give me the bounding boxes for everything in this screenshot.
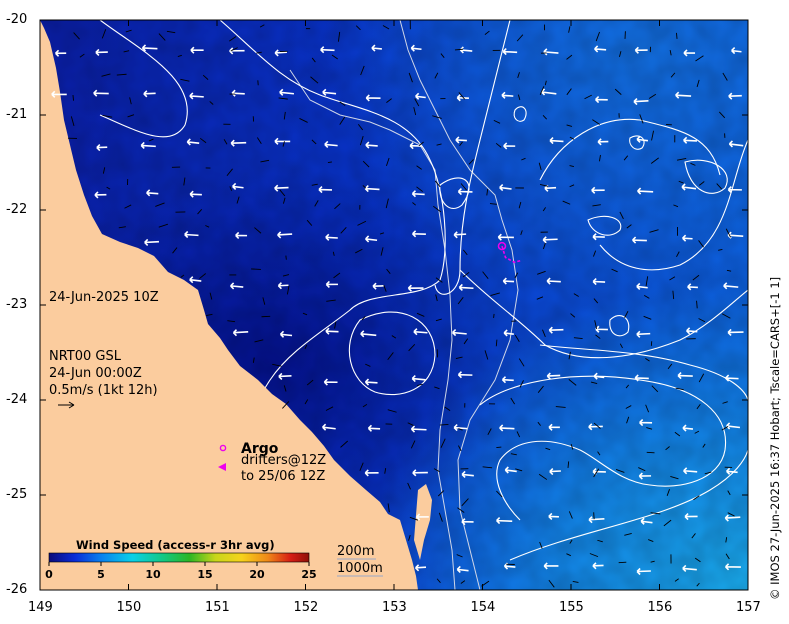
date-label: 24-Jun-2025 10Z	[49, 290, 159, 305]
colorbar-tick-label-5: 5	[97, 568, 105, 581]
current-vector	[676, 32, 678, 39]
current-vector	[72, 95, 74, 101]
x-tick-label-157: 157	[736, 600, 761, 615]
credit-text: © IMOS 27-Jun-2025 16:37 Hobart; Tscale=…	[768, 276, 782, 600]
y-tick-label--22: -22	[6, 202, 28, 217]
x-tick-label-156: 156	[647, 600, 673, 615]
isobath-1000-label: 1000m	[337, 561, 383, 576]
colorbar-tick-label-10: 10	[145, 568, 161, 581]
map-canvas[interactable]: 24-Jun-2025 10Z NRT00 GSL 24-Jun 00:00Z …	[40, 20, 748, 590]
current-vector	[251, 268, 261, 270]
source-label: NRT00 GSL	[49, 349, 122, 364]
x-tick-label-153: 153	[382, 600, 407, 615]
drifters-to-label: to 25/06 12Z	[241, 469, 325, 484]
vector-scale-label: 0.5m/s (1kt 12h)	[49, 383, 158, 398]
current-vector	[646, 451, 655, 454]
x-tick-label-151: 151	[205, 600, 230, 615]
current-vector	[495, 339, 498, 347]
source-time: 24-Jun 00:00Z	[49, 366, 142, 381]
x-tick-label-149: 149	[28, 600, 53, 615]
colorbar-tick-label-25: 25	[301, 568, 316, 581]
y-tick-label--24: -24	[6, 392, 28, 407]
current-vector	[439, 424, 449, 426]
colorbar-gradient	[48, 552, 310, 563]
isobath-200-label: 200m	[337, 544, 374, 559]
drifters-label: drifters@12Z	[241, 453, 326, 468]
map-frame[interactable]: 24-Jun-2025 10Z NRT00 GSL 24-Jun 00:00Z …	[40, 20, 748, 590]
current-vector	[327, 161, 332, 164]
y-tick-label--21: -21	[6, 107, 28, 122]
x-tick-label-152: 152	[293, 600, 319, 615]
y-tick-label--23: -23	[6, 297, 28, 312]
x-tick-label-155: 155	[559, 600, 584, 615]
x-tick-label-154: 154	[470, 600, 496, 615]
y-tick-label--26: -26	[6, 582, 28, 597]
x-tick-label-150: 150	[116, 600, 142, 615]
colorbar-tick-label-15: 15	[197, 568, 212, 581]
colorbar-tick-label-0: 0	[45, 568, 53, 581]
y-tick-label--25: -25	[6, 487, 28, 502]
colorbar-tick-label-20: 20	[249, 568, 265, 581]
colorbar-title: Wind Speed (access-r 3hr avg)	[76, 538, 275, 552]
y-tick-label--20: -20	[6, 12, 28, 27]
